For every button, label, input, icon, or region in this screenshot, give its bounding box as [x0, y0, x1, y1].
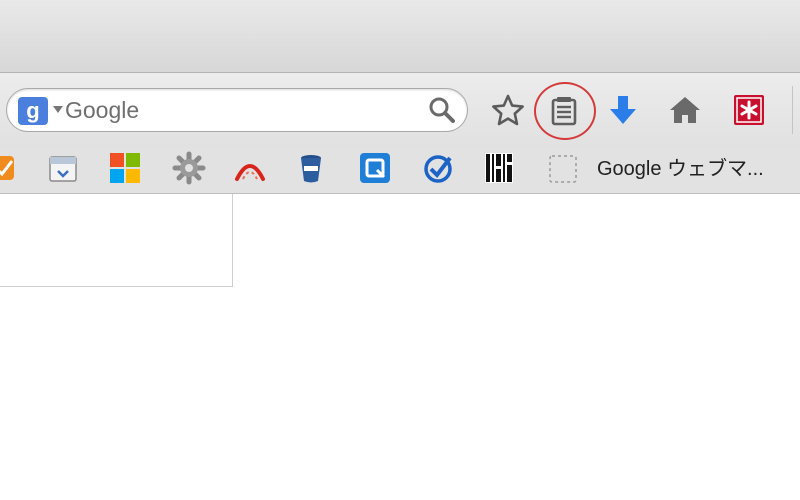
download-arrow-icon[interactable] — [605, 92, 641, 128]
gear-icon[interactable] — [172, 151, 206, 185]
dashed-placeholder-icon[interactable] — [546, 151, 580, 185]
highlight-circle — [534, 82, 596, 140]
google-engine-icon[interactable]: g — [18, 97, 48, 125]
home-icon[interactable] — [667, 92, 703, 128]
bookmark-star-icon[interactable] — [490, 92, 526, 128]
search-box[interactable]: g — [6, 88, 468, 132]
bucket-icon[interactable] — [294, 151, 328, 185]
orange-check-icon[interactable] — [0, 151, 22, 185]
barcode-icon[interactable] — [482, 151, 516, 185]
q-logo-icon[interactable] — [358, 151, 392, 185]
addon-extension-icon[interactable] — [731, 92, 767, 128]
microsoft-logo-icon[interactable] — [108, 151, 142, 185]
page-content-panel — [0, 194, 233, 287]
red-arc-icon[interactable] — [233, 151, 267, 185]
blue-checkmark-icon[interactable] — [421, 151, 455, 185]
chevron-down-icon[interactable] — [53, 106, 63, 113]
calendar-icon[interactable] — [46, 151, 80, 185]
window-titlebar — [0, 0, 800, 73]
bookmark-menu-label[interactable]: Google ウェブマ... — [597, 156, 797, 182]
search-input[interactable] — [65, 95, 415, 125]
search-icon[interactable] — [428, 96, 456, 124]
toolbar-separator — [792, 86, 793, 134]
